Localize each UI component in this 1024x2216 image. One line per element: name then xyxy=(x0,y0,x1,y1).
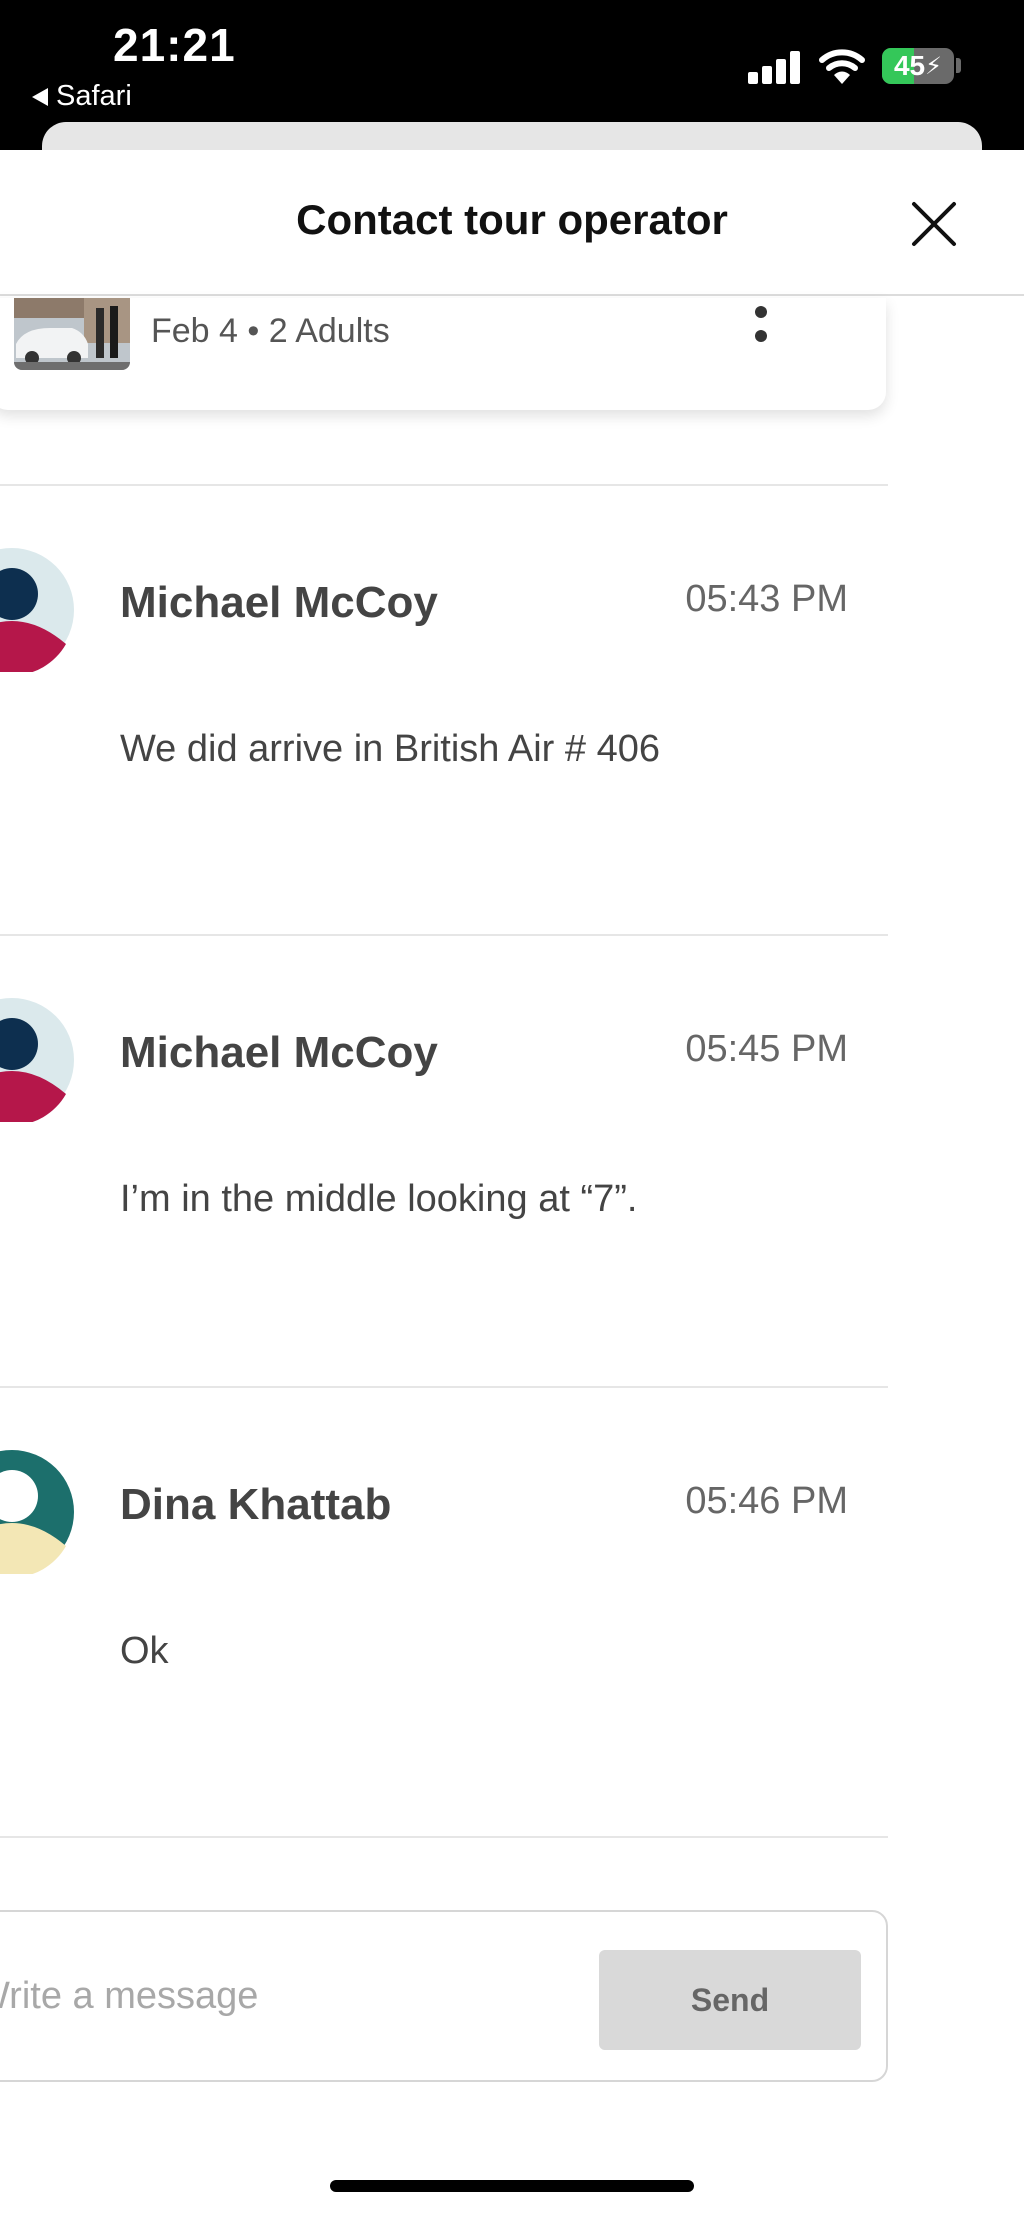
person-avatar-red-icon xyxy=(0,548,74,672)
person-avatar-teal-icon xyxy=(0,1450,74,1574)
message-text: Ok xyxy=(120,1630,169,1672)
tour-thumbnail-image xyxy=(14,298,130,370)
divider xyxy=(0,1836,888,1838)
message-item: Michael McCoy 05:45 PM I’m in the middle… xyxy=(0,934,888,1386)
battery-level-text: 45 ⚡ xyxy=(893,50,942,81)
message-text: I’m in the middle looking at “7”. xyxy=(120,1178,638,1220)
message-time: 05:46 PM xyxy=(685,1480,848,1522)
wifi-icon xyxy=(819,49,865,84)
message-text: We did arrive in British Air # 406 xyxy=(120,728,660,770)
person-avatar-red-icon xyxy=(0,998,74,1122)
home-indicator[interactable] xyxy=(330,2180,694,2192)
booking-date-guests: Feb 4 • 2 Adults xyxy=(151,312,390,350)
page-title: Contact tour operator xyxy=(296,196,728,243)
message-time: 05:43 PM xyxy=(685,578,848,620)
message-input[interactable] xyxy=(0,1912,582,2080)
more-options-icon[interactable] xyxy=(740,298,784,352)
message-sender: Dina Khattab xyxy=(120,1480,392,1529)
message-sender: Michael McCoy xyxy=(120,1028,438,1077)
battery-icon: 45 ⚡ xyxy=(882,48,954,84)
booking-summary-card[interactable]: Feb 4 • 2 Adults xyxy=(0,298,886,410)
cellular-signal-icon xyxy=(748,50,802,84)
back-arrow-icon xyxy=(32,87,48,106)
sheet-header: Contact tour operator xyxy=(0,150,1024,296)
message-item: Michael McCoy 05:43 PM We did arrive in … xyxy=(0,484,888,934)
message-sender: Michael McCoy xyxy=(120,578,438,627)
back-to-safari-link[interactable]: Safari xyxy=(32,80,132,113)
contact-operator-sheet: Contact tour operator Feb 4 • 2 Adults M… xyxy=(0,150,1024,2216)
message-item: Dina Khattab 05:46 PM Ok xyxy=(0,1386,888,1836)
close-icon[interactable] xyxy=(906,196,962,252)
status-time: 21:21 xyxy=(113,19,236,71)
message-composer: Send xyxy=(0,1910,888,2082)
send-button[interactable]: Send xyxy=(599,1950,861,2050)
battery-tip xyxy=(956,58,961,73)
message-time: 05:45 PM xyxy=(685,1028,848,1070)
back-app-label: Safari xyxy=(56,80,132,112)
